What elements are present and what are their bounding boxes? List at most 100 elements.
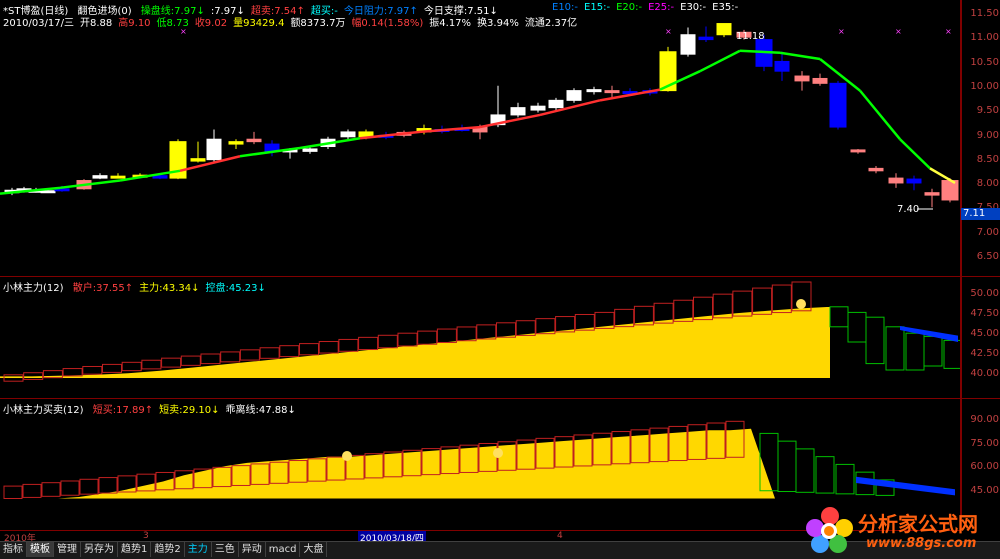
low-price-label: 7.40 xyxy=(897,204,920,215)
retail-box xyxy=(338,338,359,352)
retail-box-down xyxy=(943,339,960,369)
trend-line-segment xyxy=(699,49,741,73)
candle-body xyxy=(941,180,959,201)
tab-3[interactable]: 另存为 xyxy=(81,542,118,557)
retail-box xyxy=(180,355,201,366)
short-sell-box-down xyxy=(777,440,797,493)
info-item-6: 额8373.7万 xyxy=(290,18,346,29)
tab-10[interactable]: 大盘 xyxy=(300,542,328,557)
axis-tick: 8.00 xyxy=(976,178,999,190)
retail-box xyxy=(200,353,221,365)
retail-box xyxy=(377,334,398,349)
main-force-legend-item-1: 主力:43.34↓ xyxy=(139,283,200,294)
retail-box xyxy=(436,328,457,343)
axis-tick: 11.50 xyxy=(970,8,999,19)
trend-line-segment xyxy=(899,138,931,170)
short-sell-box-down xyxy=(835,463,855,495)
candle-body xyxy=(604,90,620,94)
ema-legend-row: E10:- E15:- E20:- E25:- E30:- E35:- xyxy=(552,2,744,13)
retail-box-down xyxy=(847,311,867,343)
retail-box-down xyxy=(905,332,925,371)
axis-tick: 40.00 xyxy=(970,368,999,379)
retail-box xyxy=(397,332,418,347)
retail-box xyxy=(771,284,792,314)
axis-tick: 75.00 xyxy=(970,437,999,449)
info-item-1: 开8.88 xyxy=(80,18,113,29)
flower-logo-icon xyxy=(806,507,853,553)
trend-line-segment xyxy=(779,51,821,61)
ohlc-info-line: 2010/03/17/三 开8.88 高9.10 低8.73 收9.02 量93429.4… xyxy=(3,14,583,29)
date-month-4: 4 xyxy=(557,531,563,541)
main-force-chart[interactable] xyxy=(0,277,960,398)
marker-x-icon: × xyxy=(945,27,952,36)
tab-7[interactable]: 三色 xyxy=(212,542,239,557)
retail-box-down xyxy=(865,316,885,365)
retail-box xyxy=(239,349,260,361)
watermark-url: www.88gs.com xyxy=(866,536,977,551)
ema-legend-item-5: E35:- xyxy=(712,2,739,13)
tab-8[interactable]: 异动 xyxy=(239,542,266,557)
smiley-icon xyxy=(796,299,806,309)
ema-legend-item-4: E30:- xyxy=(680,2,707,13)
candle-body xyxy=(868,167,884,172)
retail-box xyxy=(358,336,379,351)
retail-box xyxy=(456,326,477,342)
trend-line-segment xyxy=(859,89,901,141)
main-force-panel[interactable]: 小林主力(12) 散户:37.55↑ 主力:43.34↓ 控盘:45.23↓ xyxy=(0,277,961,398)
candle-body xyxy=(774,60,790,72)
candle-body xyxy=(190,158,206,162)
candlestick-chart[interactable]: × × × × × xyxy=(0,0,960,276)
deviation-area xyxy=(856,476,955,496)
tab-6[interactable]: 主力 xyxy=(185,542,212,557)
info-item-9: 换3.94% xyxy=(477,18,519,29)
axis-tick: 90.00 xyxy=(970,414,999,425)
short-sell-box-down xyxy=(815,456,835,494)
main-force-legend: 小林主力(12) 散户:37.55↑ 主力:43.34↓ 控盘:45.23↓ xyxy=(3,279,272,294)
main-force-axis: 50.00 47.50 45.00 42.50 40.00 xyxy=(961,277,1000,398)
info-item-7: 幅0.14(1.58%) xyxy=(351,18,424,29)
tab-5[interactable]: 趋势2 xyxy=(151,542,185,557)
info-item-5: 量93429.4 xyxy=(233,18,285,29)
tab-0[interactable]: 指标 xyxy=(0,542,27,557)
axis-tick: 60.00 xyxy=(970,461,999,472)
axis-tick: 45.00 xyxy=(970,484,999,496)
retail-box xyxy=(752,287,773,315)
short-sell-box xyxy=(79,478,99,495)
candle-body xyxy=(340,131,356,138)
axis-tick: 7.00 xyxy=(976,226,999,238)
tab-4[interactable]: 趋势1 xyxy=(118,542,152,557)
short-sell-box xyxy=(98,477,118,494)
watermark-name: 分析家公式网 xyxy=(858,512,978,536)
retail-box xyxy=(82,365,103,375)
retail-box xyxy=(62,368,83,377)
candle-body xyxy=(794,75,810,82)
main-price-panel[interactable]: × × × × × *ST博盈(日线) 翻色进场(0) 操盘线:7.97↓:7.97↓ 超… xyxy=(0,0,961,276)
retail-box xyxy=(220,351,241,363)
candle-body xyxy=(716,23,732,36)
short-sell-box xyxy=(22,483,42,498)
info-item-4: 收9.02 xyxy=(194,18,228,29)
main-price-axis: 11.5011.0010.5010.009.509.008.508.007.50… xyxy=(961,0,1000,276)
candle-body xyxy=(906,178,922,184)
tab-9[interactable]: macd xyxy=(266,542,301,557)
ema-legend-item-2: E20:- xyxy=(616,2,643,13)
retail-box xyxy=(279,345,300,358)
retail-box xyxy=(318,341,339,354)
tab-2[interactable]: 管理 xyxy=(54,542,81,557)
axis-tick: 50.00 xyxy=(970,288,999,299)
marker-x-icon: × xyxy=(838,27,845,36)
axis-tick: 45.00 xyxy=(970,328,999,339)
retail-box-down xyxy=(923,335,943,367)
retail-box-down xyxy=(885,326,905,371)
info-item-10: 流通2.37亿 xyxy=(524,18,578,29)
retail-box xyxy=(23,372,44,380)
info-item-2: 高9.10 xyxy=(118,18,151,29)
candle-body xyxy=(302,148,318,152)
candle-body xyxy=(110,175,126,179)
candle-body xyxy=(246,138,262,143)
candle-body xyxy=(829,82,847,128)
retail-box-down xyxy=(829,306,849,328)
candle-body xyxy=(92,175,108,179)
tab-1[interactable]: 模板 xyxy=(27,542,54,557)
candle-body xyxy=(586,89,602,93)
